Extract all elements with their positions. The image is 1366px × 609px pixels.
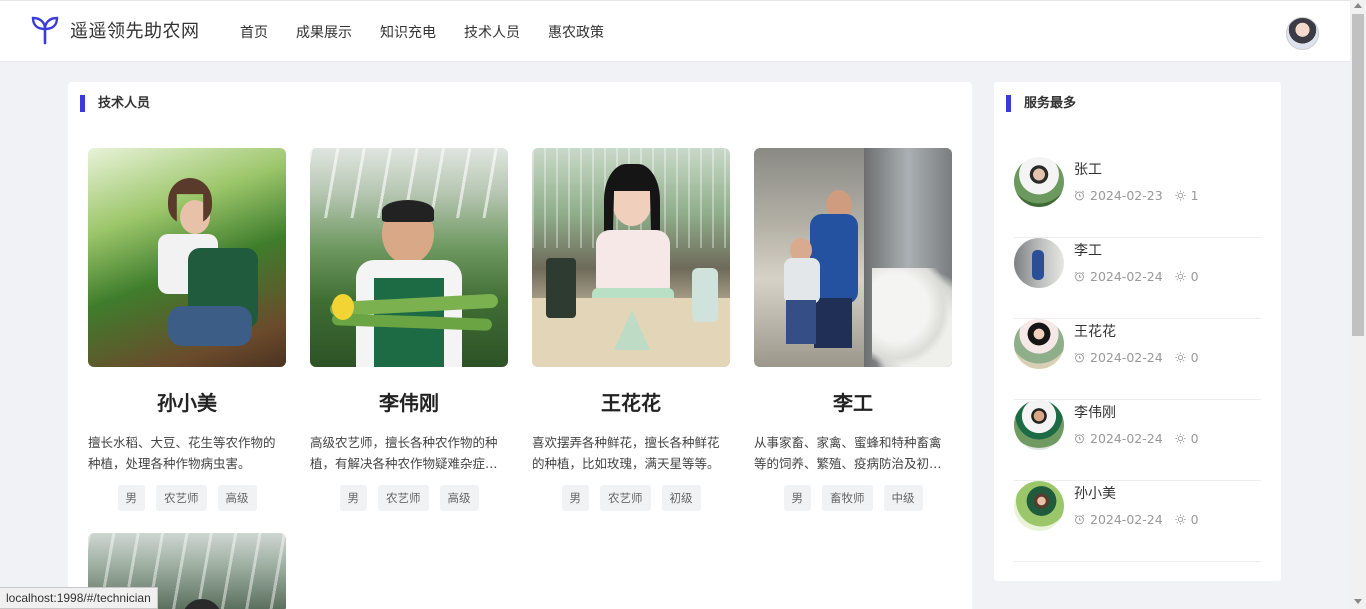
top-navbar: 遥遥领先助农网 首页 成果展示 知识充电 技术人员 惠农政策	[0, 0, 1350, 62]
top-service-panel: 服务最多 张工 2024-02-23 1 李工 2024-02-24 0 王花花	[994, 82, 1281, 581]
technician-tags: 男 农艺师 高级	[310, 485, 508, 511]
service-item[interactable]: 孙小美 2024-02-24 0	[1014, 481, 1261, 562]
tag-level: 中级	[883, 485, 923, 511]
alarm-clock-icon	[1074, 190, 1085, 201]
service-meta: 2024-02-24 0	[1074, 431, 1199, 446]
technician-card[interactable]: 李工 从事家畜、家禽、蜜蜂和特种畜禽等的饲养、繁殖、疫病防治及初级加工。 男 畜…	[754, 148, 952, 511]
nav-knowledge[interactable]: 知识充电	[380, 22, 436, 42]
service-avatar	[1014, 157, 1064, 207]
tag-title: 农艺师	[600, 485, 651, 511]
nav-technicians[interactable]: 技术人员	[464, 22, 520, 42]
scroll-down-arrow-icon[interactable]	[1354, 599, 1362, 604]
status-url-tooltip: localhost:1998/#/technician	[0, 587, 158, 609]
service-date: 2024-02-24	[1090, 512, 1163, 527]
technician-desc: 擅长水稻、大豆、花生等农作物的种植，处理各种作物病虫害。	[88, 435, 276, 471]
alarm-clock-icon	[1074, 514, 1085, 525]
service-date: 2024-02-24	[1090, 431, 1163, 446]
tag-level: 高级	[439, 485, 479, 511]
panel-title: 技术人员	[80, 95, 150, 112]
service-count: 0	[1190, 512, 1199, 527]
technician-card[interactable]: 孙小美 擅长水稻、大豆、花生等农作物的种植，处理各种作物病虫害。 男 农艺师 高…	[88, 148, 286, 511]
technician-photo	[754, 148, 952, 367]
technician-tags: 男 畜牧师 中级	[754, 485, 952, 511]
service-name: 孙小美	[1074, 486, 1116, 502]
technician-photo	[310, 148, 508, 367]
tag-title: 畜牧师	[822, 485, 873, 511]
sun-icon	[1175, 190, 1186, 201]
alarm-clock-icon	[1074, 352, 1085, 363]
technician-name: 李工	[833, 391, 873, 415]
technician-card[interactable]: 王花花 喜欢摆弄各种鲜花，擅长各种鲜花的种植，比如玫瑰，满天星等等。 男 农艺师…	[532, 148, 730, 511]
service-count: 0	[1190, 350, 1199, 365]
service-name: 王花花	[1074, 324, 1116, 340]
technicians-panel: 技术人员 孙小美 擅长水稻、大豆、花生等农作物的种植，处理各种作物病虫害。 男 …	[68, 82, 972, 609]
service-avatar	[1014, 238, 1064, 288]
site-name: 遥遥领先助农网	[70, 21, 200, 42]
technician-name: 李伟刚	[379, 391, 439, 415]
service-name: 张工	[1074, 162, 1102, 178]
main-nav: 首页 成果展示 知识充电 技术人员 惠农政策	[226, 1, 618, 63]
tag-title: 农艺师	[378, 485, 429, 511]
tag-level: 初级	[661, 485, 701, 511]
alarm-clock-icon	[1074, 271, 1085, 282]
service-meta: 2024-02-24 0	[1074, 512, 1199, 527]
service-count: 1	[1190, 188, 1199, 203]
sun-icon	[1175, 433, 1186, 444]
nav-policies[interactable]: 惠农政策	[548, 22, 604, 42]
user-avatar[interactable]	[1286, 17, 1319, 50]
technician-name: 孙小美	[157, 391, 217, 415]
tag-gender: 男	[783, 485, 811, 511]
service-avatar	[1014, 481, 1064, 531]
sprout-icon	[31, 16, 59, 45]
service-meta: 2024-02-24 0	[1074, 350, 1199, 365]
service-meta: 2024-02-23 1	[1074, 188, 1199, 203]
service-count: 0	[1190, 431, 1199, 446]
nav-home[interactable]: 首页	[240, 22, 268, 42]
service-date: 2024-02-24	[1090, 269, 1163, 284]
tag-gender: 男	[339, 485, 367, 511]
tag-gender: 男	[117, 485, 145, 511]
service-date: 2024-02-24	[1090, 350, 1163, 365]
sun-icon	[1175, 514, 1186, 525]
service-avatar	[1014, 400, 1064, 450]
technician-desc: 从事家畜、家禽、蜜蜂和特种畜禽等的饲养、繁殖、疫病防治及初级加工。	[754, 435, 942, 471]
site-logo[interactable]: 遥遥领先助农网	[30, 15, 200, 45]
service-item[interactable]: 王花花 2024-02-24 0	[1014, 319, 1261, 400]
sun-icon	[1175, 352, 1186, 363]
tag-title: 农艺师	[156, 485, 207, 511]
service-item[interactable]: 李伟刚 2024-02-24 0	[1014, 400, 1261, 481]
technician-tags: 男 农艺师 高级	[88, 485, 286, 511]
alarm-clock-icon	[1074, 433, 1085, 444]
service-item[interactable]: 张工 2024-02-23 1	[1014, 157, 1261, 238]
panel-title: 服务最多	[1006, 95, 1076, 112]
service-item[interactable]: 李工 2024-02-24 0	[1014, 238, 1261, 319]
service-avatar	[1014, 319, 1064, 369]
service-count: 0	[1190, 269, 1199, 284]
technician-name: 王花花	[601, 391, 661, 415]
service-date: 2024-02-23	[1090, 188, 1163, 203]
page-scrollbar[interactable]	[1350, 0, 1366, 609]
tag-gender: 男	[561, 485, 589, 511]
technician-card[interactable]: 李伟刚 高级农艺师，擅长各种农作物的种植，有解决各种农作物疑难杂症的能力。 男 …	[310, 148, 508, 511]
service-meta: 2024-02-24 0	[1074, 269, 1199, 284]
technician-photo	[88, 148, 286, 367]
tag-level: 高级	[217, 485, 257, 511]
service-name: 李工	[1074, 243, 1102, 259]
technician-desc: 喜欢摆弄各种鲜花，擅长各种鲜花的种植，比如玫瑰，满天星等等。	[532, 435, 720, 471]
technician-photo	[532, 148, 730, 367]
technician-tags: 男 农艺师 初级	[532, 485, 730, 511]
nav-achievements[interactable]: 成果展示	[296, 22, 352, 42]
scrollbar-thumb[interactable]	[1352, 14, 1364, 336]
service-name: 李伟刚	[1074, 405, 1116, 421]
scroll-up-arrow-icon[interactable]	[1354, 3, 1362, 8]
sun-icon	[1175, 271, 1186, 282]
technician-desc: 高级农艺师，擅长各种农作物的种植，有解决各种农作物疑难杂症的能力。	[310, 435, 498, 471]
